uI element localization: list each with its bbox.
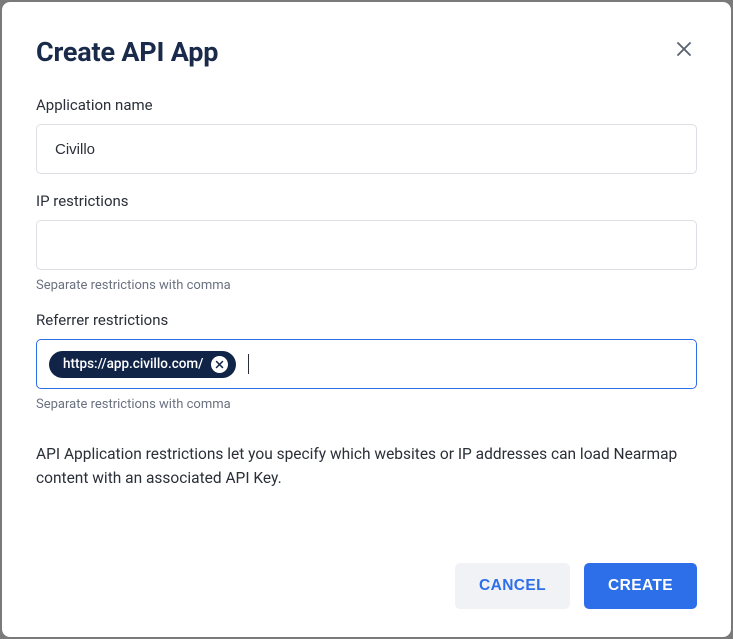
application-name-input[interactable] (36, 124, 697, 174)
modal-header: Create API App (36, 36, 697, 68)
close-icon (215, 357, 224, 372)
referrer-restrictions-hint: Separate restrictions with comma (36, 397, 697, 412)
create-api-app-modal: Create API App Application name IP restr… (2, 2, 731, 637)
modal-title: Create API App (36, 36, 218, 68)
application-name-field: Application name (36, 96, 697, 174)
referrer-restrictions-input[interactable]: https://app.civillo.com/ (36, 339, 697, 389)
restrictions-description: API Application restrictions let you spe… (36, 442, 697, 490)
referrer-restrictions-label: Referrer restrictions (36, 311, 697, 329)
text-cursor (248, 354, 249, 374)
chip-remove-button[interactable] (211, 356, 228, 373)
close-icon (675, 40, 693, 61)
referrer-chip: https://app.civillo.com/ (49, 351, 236, 378)
application-name-label: Application name (36, 96, 697, 114)
referrer-text-input[interactable] (257, 350, 684, 378)
ip-restrictions-input[interactable] (36, 220, 697, 270)
ip-restrictions-label: IP restrictions (36, 192, 697, 210)
close-button[interactable] (671, 36, 697, 65)
referrer-restrictions-field: Referrer restrictions https://app.civill… (36, 311, 697, 412)
modal-footer: CANCEL CREATE (36, 563, 697, 609)
chip-label: https://app.civillo.com/ (63, 356, 203, 372)
ip-restrictions-hint: Separate restrictions with comma (36, 278, 697, 293)
ip-restrictions-field: IP restrictions Separate restrictions wi… (36, 192, 697, 293)
create-button[interactable]: CREATE (584, 563, 697, 609)
cancel-button[interactable]: CANCEL (455, 563, 570, 609)
